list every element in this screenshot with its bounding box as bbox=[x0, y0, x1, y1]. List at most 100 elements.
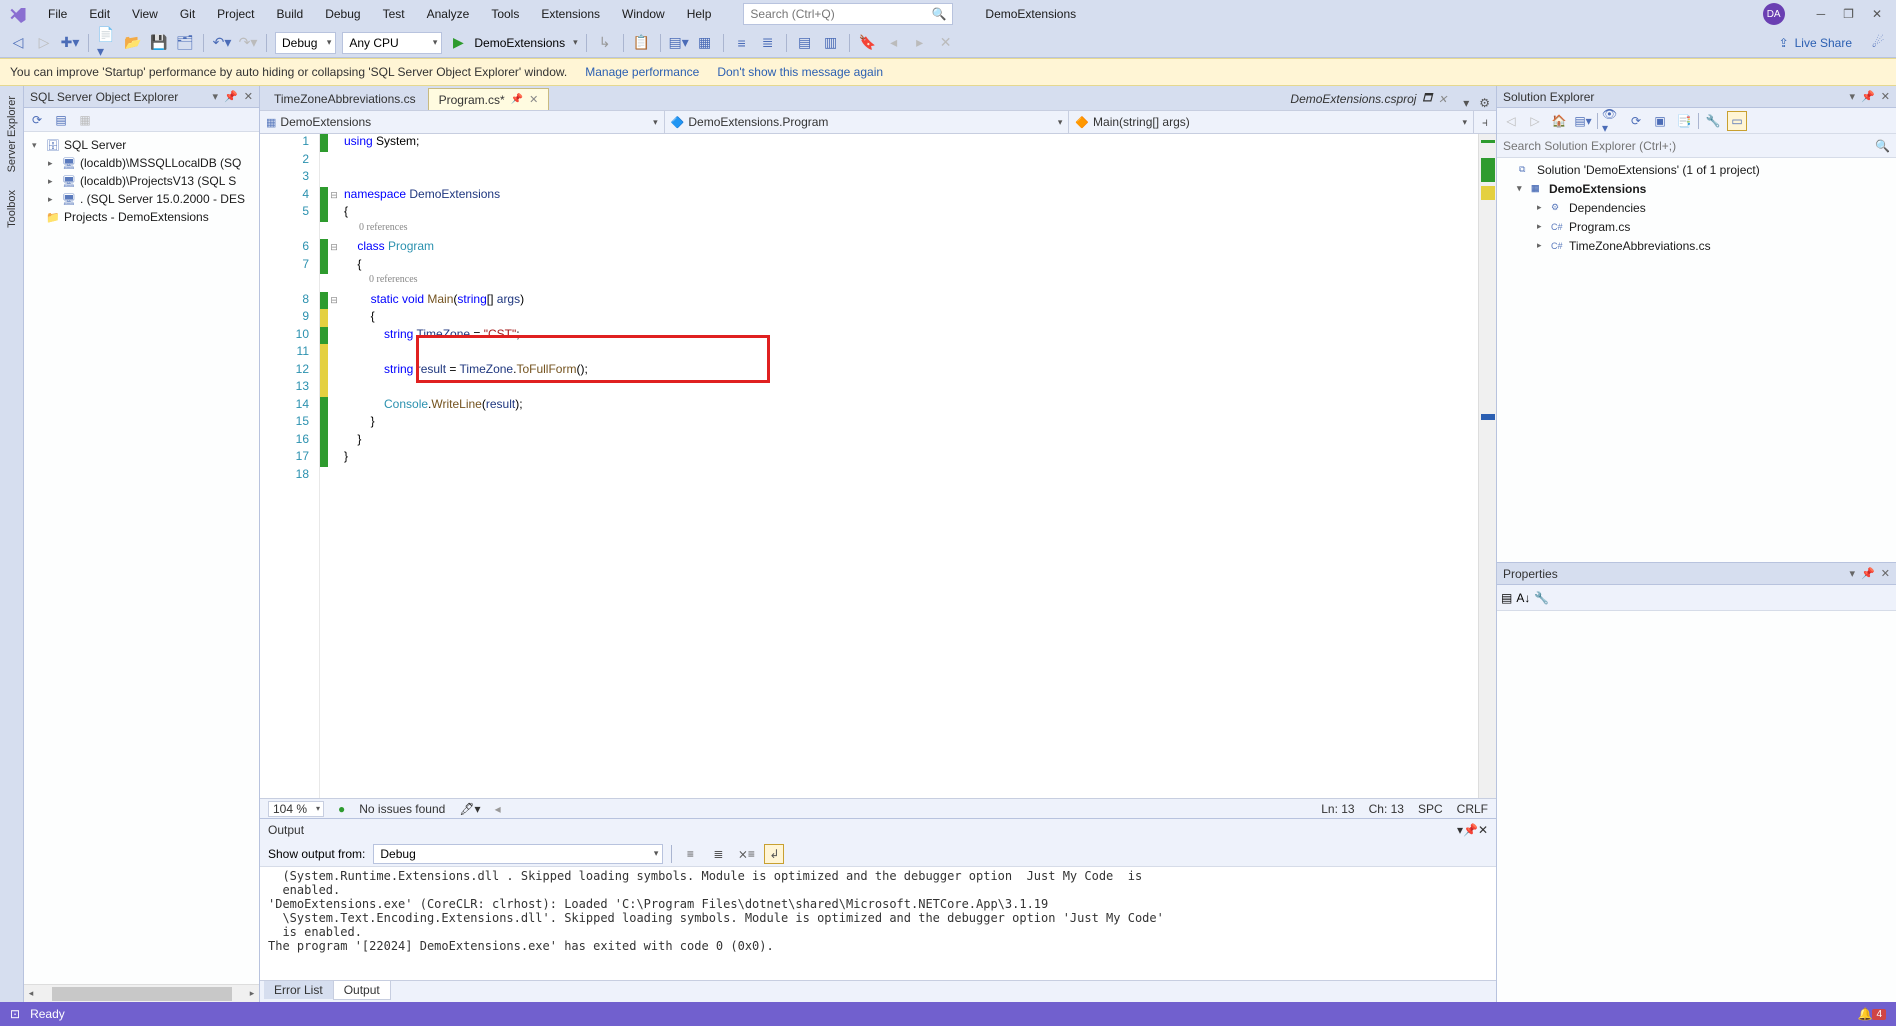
menu-file[interactable]: File bbox=[38, 3, 77, 25]
solution-node[interactable]: ▸C#TimeZoneAbbreviations.cs bbox=[1497, 236, 1896, 255]
comment-icon[interactable]: ▤ bbox=[795, 33, 815, 53]
sol-preview-icon[interactable]: ▭ bbox=[1727, 111, 1747, 131]
tab-gear-icon[interactable]: ⚙ bbox=[1479, 96, 1490, 110]
menu-analyze[interactable]: Analyze bbox=[417, 3, 480, 25]
forward-icon[interactable]: ▷ bbox=[34, 33, 54, 53]
menu-edit[interactable]: Edit bbox=[79, 3, 120, 25]
props-az-icon[interactable]: A↓ bbox=[1516, 591, 1530, 605]
sql-tree[interactable]: ▾🗄SQL Server▸🖥(localdb)\MSSQLLocalDB (SQ… bbox=[24, 132, 259, 984]
solution-close-icon[interactable]: ✕ bbox=[1881, 90, 1890, 103]
panel-dropdown-icon[interactable]: ▾ bbox=[213, 90, 219, 103]
out-tool-2-icon[interactable]: ≣ bbox=[708, 844, 728, 864]
new-item-icon[interactable]: 📄▾ bbox=[97, 33, 117, 53]
menu-build[interactable]: Build bbox=[267, 3, 314, 25]
feedback-icon[interactable]: ☄ bbox=[1868, 33, 1888, 53]
spaces-label[interactable]: SPC bbox=[1418, 802, 1443, 816]
quick-search[interactable]: Search (Ctrl+Q) 🔍 bbox=[743, 3, 953, 25]
save-all-icon[interactable]: 🗂 bbox=[175, 33, 195, 53]
output-pin-icon[interactable]: 📌 bbox=[1463, 823, 1478, 837]
refresh-icon[interactable]: ⟳ bbox=[28, 111, 46, 129]
maximize-button[interactable]: ❐ bbox=[1843, 7, 1854, 21]
output-text[interactable]: (System.Runtime.Extensions.dll . Skipped… bbox=[260, 867, 1496, 980]
run-target-label[interactable]: DemoExtensions bbox=[474, 36, 565, 50]
menu-project[interactable]: Project bbox=[207, 3, 264, 25]
nav-project-combo[interactable]: ▦DemoExtensions bbox=[260, 111, 665, 133]
redo-icon[interactable]: ↷▾ bbox=[238, 33, 258, 53]
solution-search-input[interactable] bbox=[1503, 139, 1875, 153]
output-from-combo[interactable]: Debug bbox=[373, 844, 663, 864]
preview-tab[interactable]: DemoExtensions.csproj 🗖 ✕ bbox=[1280, 88, 1457, 110]
filter-icon[interactable]: ▦ bbox=[76, 111, 94, 129]
code-editor[interactable]: 123456789101112131415161718 ⊟⊟⊟ using Sy… bbox=[260, 134, 1496, 798]
sol-props-icon[interactable]: 🔧 bbox=[1703, 111, 1723, 131]
group-icon[interactable]: ▤ bbox=[52, 111, 70, 129]
indent-icon[interactable]: ≡ bbox=[732, 33, 752, 53]
step-icon[interactable]: ↳ bbox=[595, 33, 615, 53]
menu-extensions[interactable]: Extensions bbox=[531, 3, 610, 25]
sol-showall-icon[interactable]: 📑 bbox=[1674, 111, 1694, 131]
menu-help[interactable]: Help bbox=[677, 3, 722, 25]
solution-pin-icon[interactable]: 📌 bbox=[1861, 90, 1875, 103]
out-wordwrap-icon[interactable]: ↲ bbox=[764, 844, 784, 864]
run-icon[interactable]: ▶ bbox=[448, 33, 468, 53]
props-cat-icon[interactable]: ▤ bbox=[1501, 591, 1512, 605]
sol-sync-icon[interactable]: 👁▾ bbox=[1602, 111, 1622, 131]
tab-close-icon[interactable]: ✕ bbox=[529, 93, 538, 106]
solution-search[interactable]: 🔍 bbox=[1497, 134, 1896, 158]
nav-class-combo[interactable]: 🔷DemoExtensions.Program bbox=[665, 111, 1070, 133]
props-wrench-icon[interactable]: 🔧 bbox=[1534, 591, 1549, 605]
minimize-button[interactable]: ─ bbox=[1817, 7, 1826, 21]
panel-pin-icon[interactable]: 📌 bbox=[224, 90, 238, 103]
status-shell-icon[interactable]: ⊡ bbox=[10, 1007, 20, 1021]
back-icon[interactable]: ◁ bbox=[8, 33, 28, 53]
open-icon[interactable]: 📂 bbox=[123, 33, 143, 53]
sql-tree-node[interactable]: ▸🖥(localdb)\ProjectsV13 (SQL S bbox=[24, 172, 259, 190]
sql-hscroll[interactable]: ◂▸ bbox=[24, 984, 259, 1002]
solution-node[interactable]: ▸⚙Dependencies bbox=[1497, 198, 1896, 217]
solution-node[interactable]: ⧉Solution 'DemoExtensions' (1 of 1 proje… bbox=[1497, 160, 1896, 179]
errorlist-tab[interactable]: Error List bbox=[264, 981, 333, 999]
out-tool-1-icon[interactable]: ≡ bbox=[680, 844, 700, 864]
close-button[interactable]: ✕ bbox=[1872, 7, 1882, 21]
dismiss-link[interactable]: Don't show this message again bbox=[717, 65, 883, 79]
bookmark-icon[interactable]: 🔖 bbox=[858, 33, 878, 53]
config-combo[interactable]: Debug bbox=[275, 32, 336, 54]
bm-clear-icon[interactable]: ✕ bbox=[936, 33, 956, 53]
bm-prev-icon[interactable]: ◂ bbox=[884, 33, 904, 53]
out-tool-3-icon[interactable]: ⨯≡ bbox=[736, 844, 756, 864]
sol-collapse-icon[interactable]: ▣ bbox=[1650, 111, 1670, 131]
solution-node[interactable]: ▾▦DemoExtensions bbox=[1497, 179, 1896, 198]
tab-close-icon[interactable]: ✕ bbox=[1438, 93, 1447, 106]
platform-combo[interactable]: Any CPU bbox=[342, 32, 442, 54]
tool-icon-2[interactable]: ▦ bbox=[695, 33, 715, 53]
outdent-icon[interactable]: ≣ bbox=[758, 33, 778, 53]
output-tab[interactable]: Output bbox=[333, 981, 391, 1000]
eol-label[interactable]: CRLF bbox=[1457, 802, 1488, 816]
new-project-icon[interactable]: ✚▾ bbox=[60, 33, 80, 53]
sql-tree-node[interactable]: ▾🗄SQL Server bbox=[24, 136, 259, 154]
manage-perf-link[interactable]: Manage performance bbox=[585, 65, 699, 79]
output-close-icon[interactable]: ✕ bbox=[1478, 823, 1488, 837]
solution-dropdown-icon[interactable]: ▾ bbox=[1850, 90, 1856, 103]
menu-debug[interactable]: Debug bbox=[315, 3, 370, 25]
sql-tree-node[interactable]: ▸🖥(localdb)\MSSQLLocalDB (SQ bbox=[24, 154, 259, 172]
solution-node[interactable]: ▸C#Program.cs bbox=[1497, 217, 1896, 236]
menu-view[interactable]: View bbox=[122, 3, 168, 25]
doc-tab[interactable]: Program.cs*📌✕ bbox=[428, 88, 550, 110]
find-icon[interactable]: 📋 bbox=[632, 33, 652, 53]
sol-refresh-icon[interactable]: ⟳ bbox=[1626, 111, 1646, 131]
zoom-combo[interactable]: 104 % bbox=[268, 801, 324, 817]
keep-open-icon[interactable]: 🗖 bbox=[1422, 91, 1432, 108]
props-dropdown-icon[interactable]: ▾ bbox=[1850, 567, 1856, 580]
pin-icon[interactable]: 📌 bbox=[511, 94, 523, 105]
uncomment-icon[interactable]: ▥ bbox=[821, 33, 841, 53]
menu-git[interactable]: Git bbox=[170, 3, 205, 25]
sol-home-icon[interactable]: 🏠 bbox=[1549, 111, 1569, 131]
panel-close-icon[interactable]: ✕ bbox=[244, 90, 253, 103]
menu-test[interactable]: Test bbox=[373, 3, 415, 25]
sql-tree-node[interactable]: ▸🖥. (SQL Server 15.0.2000 - DES bbox=[24, 190, 259, 208]
sol-back-icon[interactable]: ◁ bbox=[1501, 111, 1521, 131]
props-close-icon[interactable]: ✕ bbox=[1881, 567, 1890, 580]
editor-vscrollbar[interactable] bbox=[1478, 134, 1496, 798]
sol-fwd-icon[interactable]: ▷ bbox=[1525, 111, 1545, 131]
